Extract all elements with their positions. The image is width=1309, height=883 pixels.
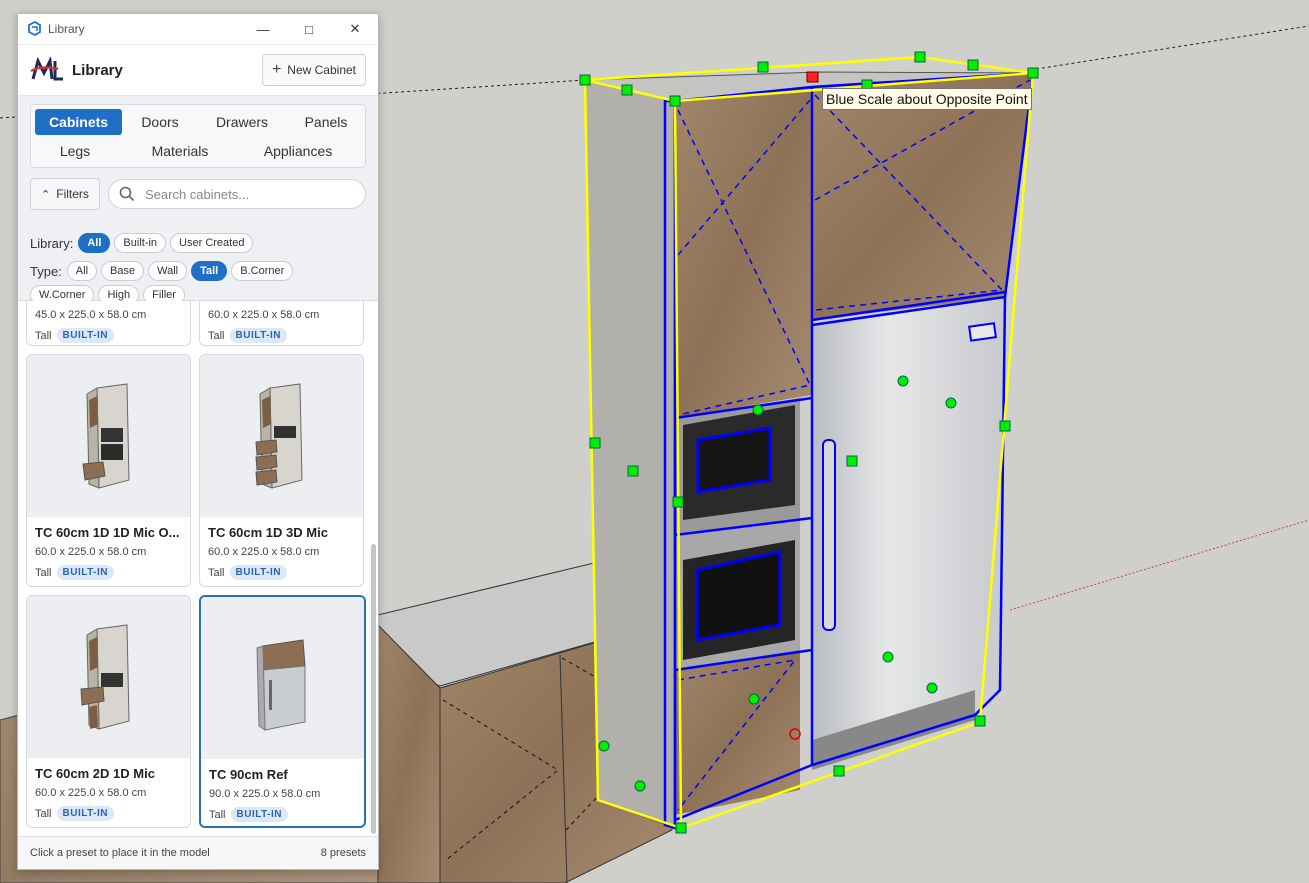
filters-toggle-button[interactable]: ⌃ Filters: [30, 178, 100, 210]
preset-card[interactable]: 60.0 x 225.0 x 58.0 cm Tall BUILT-IN: [199, 301, 364, 346]
preset-name: TC 60cm 1D 3D Mic: [208, 525, 328, 540]
preset-type: Tall: [209, 808, 226, 821]
library-footer: Click a preset to place it in the model …: [18, 836, 378, 869]
chevron-up-icon: ⌃: [41, 188, 51, 201]
window-titlebar[interactable]: Library — □ ✕: [18, 14, 378, 45]
maximize-icon: □: [305, 21, 313, 37]
type-chip-b-corner[interactable]: B.Corner: [231, 261, 294, 281]
search-icon: [119, 186, 135, 202]
tall-cabinet-2-door-icon: [79, 624, 130, 730]
preset-meta: Tall BUILT-IN: [209, 807, 364, 822]
tall-cabinet-3-drawer-icon: [254, 383, 303, 489]
preset-name: TC 90cm Ref: [209, 767, 288, 782]
tooltip-scale-hint: Blue Scale about Opposite Point: [822, 88, 1032, 110]
preset-thumb: [27, 355, 190, 517]
library-window: Library — □ ✕ Library + New Cabinet Cabi…: [17, 13, 379, 870]
built-in-badge: BUILT-IN: [56, 806, 114, 821]
grid-scrollbar[interactable]: [371, 544, 376, 834]
preset-card[interactable]: 45.0 x 225.0 x 58.0 cm Tall BUILT-IN: [26, 301, 191, 346]
library-filter-row: Library: All Built-in User Created: [30, 233, 257, 253]
footer-hint: Click a preset to place it in the model: [30, 847, 210, 859]
preset-grid: 45.0 x 225.0 x 58.0 cm Tall BUILT-IN 60.…: [18, 301, 378, 836]
built-in-badge: BUILT-IN: [229, 328, 287, 343]
type-chip-all[interactable]: All: [66, 261, 98, 281]
search-input[interactable]: [143, 185, 357, 203]
tab-cabinets[interactable]: Cabinets: [35, 109, 122, 135]
tab-doors[interactable]: Doors: [125, 109, 195, 135]
minimize-icon: —: [256, 21, 270, 37]
preset-dims: 60.0 x 225.0 x 58.0 cm: [208, 309, 320, 321]
plus-icon: +: [271, 61, 282, 78]
tab-drawers[interactable]: Drawers: [203, 109, 281, 135]
preset-meta: Tall BUILT-IN: [35, 806, 190, 821]
preset-type: Tall: [35, 566, 52, 579]
ml-logo-icon: [30, 57, 63, 81]
tall-cabinet-mic-oven-icon: [81, 383, 130, 489]
built-in-badge: BUILT-IN: [56, 565, 114, 580]
preset-meta: Tall BUILT-IN: [208, 565, 363, 580]
refrigerator-cabinet-icon: [255, 639, 306, 731]
type-filter-label: Type:: [30, 263, 62, 279]
preset-type: Tall: [208, 329, 225, 342]
library-chip-all[interactable]: All: [78, 233, 111, 253]
built-in-badge: BUILT-IN: [230, 807, 288, 822]
tab-panels[interactable]: Panels: [291, 109, 361, 135]
category-tabs: Cabinets Doors Drawers Panels Legs Mater…: [30, 104, 366, 168]
preset-type: Tall: [35, 329, 52, 342]
close-button[interactable]: ✕: [332, 14, 378, 44]
preset-name: TC 60cm 1D 1D Mic O...: [35, 525, 180, 540]
preset-meta: Tall BUILT-IN: [208, 328, 363, 343]
preset-meta: Tall BUILT-IN: [35, 328, 190, 343]
preset-dims: 60.0 x 225.0 x 58.0 cm: [35, 546, 147, 558]
library-header: Library + New Cabinet: [18, 45, 378, 96]
type-filter-row: Type: All Base Wall Tall B.Corner: [30, 261, 297, 281]
preset-type: Tall: [35, 807, 52, 820]
preset-card[interactable]: TC 60cm 1D 3D Mic 60.0 x 225.0 x 58.0 cm…: [199, 354, 364, 587]
preset-dims: 60.0 x 225.0 x 58.0 cm: [35, 787, 147, 799]
type-chip-base[interactable]: Base: [101, 261, 145, 281]
preset-dims: 60.0 x 225.0 x 58.0 cm: [208, 546, 320, 558]
close-icon: ✕: [349, 21, 361, 36]
preset-type: Tall: [208, 566, 225, 579]
preset-dims: 90.0 x 225.0 x 58.0 cm: [209, 788, 321, 800]
window-title: Library: [48, 22, 85, 36]
minimize-button[interactable]: —: [240, 14, 286, 44]
preset-thumb: [27, 596, 190, 758]
preset-meta: Tall BUILT-IN: [35, 565, 190, 580]
library-chip-built-in[interactable]: Built-in: [114, 233, 167, 253]
preset-card-selected[interactable]: TC 90cm Ref 90.0 x 225.0 x 58.0 cm Tall …: [199, 595, 366, 828]
preset-dims: 45.0 x 225.0 x 58.0 cm: [35, 309, 147, 321]
preset-thumb: [201, 597, 364, 759]
library-filter-label: Library:: [30, 235, 74, 251]
sketchup-app-icon: [28, 21, 41, 37]
maximize-button[interactable]: □: [286, 14, 332, 44]
tab-appliances[interactable]: Appliances: [253, 138, 343, 164]
tab-materials[interactable]: Materials: [135, 138, 225, 164]
preset-name: TC 60cm 2D 1D Mic: [35, 766, 155, 781]
tab-legs[interactable]: Legs: [35, 138, 115, 164]
library-chip-user-created[interactable]: User Created: [170, 233, 254, 253]
new-cabinet-button[interactable]: + New Cabinet: [261, 54, 366, 86]
library-title: Library: [72, 61, 123, 79]
new-cabinet-label: New Cabinet: [287, 63, 356, 77]
filters-label: Filters: [56, 187, 89, 201]
type-chip-wall[interactable]: Wall: [148, 261, 188, 281]
preset-count: 8 presets: [320, 847, 366, 859]
preset-thumb: [200, 355, 363, 517]
type-chip-tall[interactable]: Tall: [191, 261, 228, 281]
preset-card[interactable]: TC 60cm 1D 1D Mic O... 60.0 x 225.0 x 58…: [26, 354, 191, 587]
filter-panel: ⌃ Filters Library: All Built-in User Cre…: [18, 170, 378, 305]
preset-card[interactable]: TC 60cm 2D 1D Mic 60.0 x 225.0 x 58.0 cm…: [26, 595, 191, 828]
built-in-badge: BUILT-IN: [56, 328, 114, 343]
search-box[interactable]: [108, 179, 366, 209]
filters-row: ⌃ Filters: [30, 178, 370, 210]
built-in-badge: BUILT-IN: [229, 565, 287, 580]
